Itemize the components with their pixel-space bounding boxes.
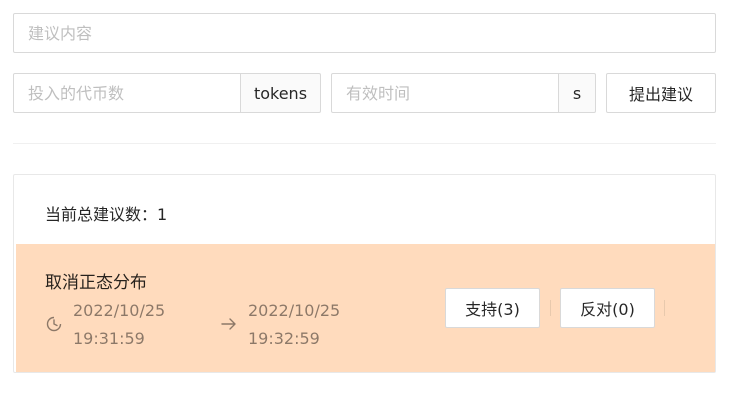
duration-input[interactable] [332,74,558,112]
list-item: 取消正态分布 2022/10/25 19:31:59 2022/10/25 19… [16,244,715,372]
start-time: 19:31:59 [73,329,145,348]
start-date: 2022/10/25 [73,301,166,320]
suggestion-title: 取消正态分布 [45,273,147,293]
action-divider [550,300,551,316]
start-datetime: 2022/10/25 19:31:59 [73,297,165,353]
clock-icon [46,316,62,332]
suggestion-content-input[interactable] [14,14,715,52]
tokens-field[interactable] [13,73,241,113]
duration-input-group: s [331,73,596,113]
tokens-input[interactable] [14,74,240,112]
action-divider [664,300,665,316]
suggestion-list-card: 当前总建议数：1 取消正态分布 2022/10/25 19:31:59 2022… [13,174,716,373]
arrow-right-icon [221,318,236,330]
duration-unit-addon: s [559,73,596,113]
end-datetime: 2022/10/25 19:32:59 [248,297,340,353]
support-button[interactable]: 支持(3) [445,288,540,328]
suggestion-content-field[interactable] [13,13,716,53]
submit-suggestion-button[interactable]: 提出建议 [606,73,716,113]
oppose-button[interactable]: 反对(0) [560,288,655,328]
suggestion-count: 当前总建议数：1 [45,205,168,224]
tokens-input-group: tokens [13,73,321,113]
end-date: 2022/10/25 [248,301,341,320]
duration-field[interactable] [331,73,559,113]
end-time: 19:32:59 [248,329,320,348]
tokens-unit-addon: tokens [241,73,321,113]
divider [13,143,716,144]
